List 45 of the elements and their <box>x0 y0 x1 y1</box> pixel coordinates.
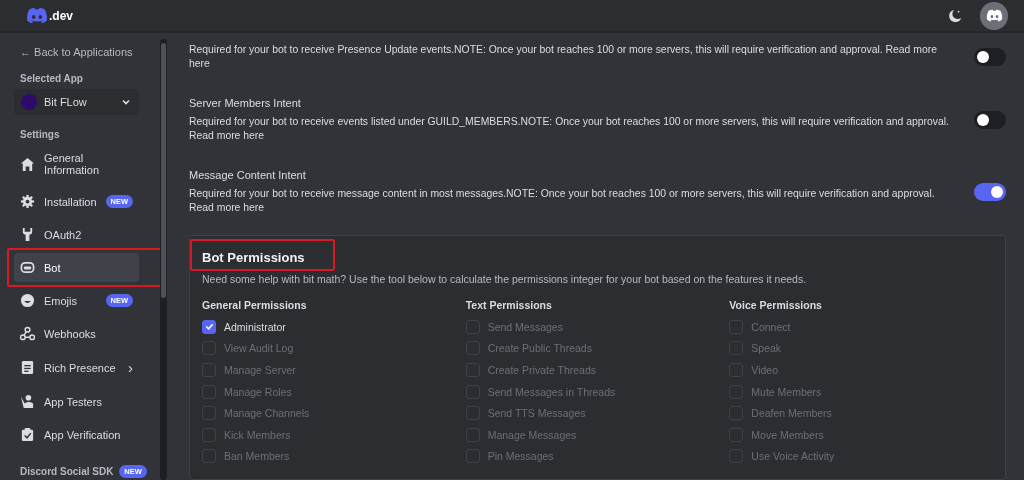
toggle-switch[interactable] <box>974 48 1006 66</box>
card-title: Bot Permissions <box>202 250 305 265</box>
gear-icon <box>20 194 35 209</box>
column-heading: General Permissions <box>202 299 308 311</box>
chevron-icon: › <box>128 359 133 376</box>
clipboard-icon <box>20 427 35 442</box>
card-description: Need some help with bit math? Use the tool below to calculate the permissions integer for your bot based on the features it needs. <box>202 273 808 285</box>
check-icon <box>204 322 214 332</box>
moon-icon[interactable] <box>948 8 962 23</box>
sidebar-item[interactable]: Rich Presence › <box>14 352 139 383</box>
permission-checkbox[interactable]: Administrator <box>202 316 286 338</box>
section-label: Selected App <box>20 73 84 84</box>
column-heading: Text Permissions <box>465 299 553 311</box>
person-icon <box>20 394 35 409</box>
bot-icon <box>20 260 35 275</box>
column-heading: Voice Permissions <box>729 299 823 311</box>
intent-title: Server Members Intent <box>189 97 302 109</box>
app-icon <box>21 94 37 110</box>
intent-description: Required for your bot to receive message content in most messages.NOTE: Once your bot reaches 100 or more servers, this will require verification and approval. Read more here <box>189 187 936 215</box>
intent-description: Required for your bot to receive events listed under GUILD_MEMBERS.NOTE: Once your bot reaches 100 or more servers, this will require verification and approval. Read more here <box>189 115 950 143</box>
intent-title: Message Content Intent <box>189 169 307 181</box>
section-label: Settings <box>20 129 61 140</box>
toggle-switch[interactable] <box>974 111 1006 129</box>
intent-description: Required for your bot to receive Presence Update events.NOTE: Once your bot reaches 100 or more servers, this will require verification and approval. Read more here <box>189 43 938 71</box>
wrench-icon <box>20 227 35 242</box>
sidebar-item[interactable]: App Verification <box>14 420 139 449</box>
webhook-icon <box>20 326 35 341</box>
home-icon <box>20 156 35 172</box>
section-label: Discord Social SDK <box>20 466 114 477</box>
discord-logo-icon <box>26 7 48 24</box>
sidebar-item[interactable]: App Testers <box>14 387 139 416</box>
chevron-down-icon <box>121 97 131 107</box>
sidebar-item[interactable]: OAuth2 <box>14 220 139 249</box>
app-selector[interactable]: Bit FLow <box>14 89 139 115</box>
back-link[interactable]: ← Back to Applications <box>14 43 160 61</box>
avatar-icon[interactable] <box>980 1 1008 30</box>
sidebar-item[interactable]: Bot <box>14 253 139 282</box>
checkbox[interactable] <box>202 319 216 334</box>
smile-icon <box>20 293 35 308</box>
scrollbar[interactable] <box>160 39 167 480</box>
logo-text: .dev <box>49 8 73 23</box>
doc-icon <box>20 360 35 375</box>
sidebar-item[interactable]: General Information <box>14 145 139 183</box>
toggle-switch[interactable] <box>974 183 1006 201</box>
sidebar-item[interactable]: Webhooks <box>14 319 139 348</box>
